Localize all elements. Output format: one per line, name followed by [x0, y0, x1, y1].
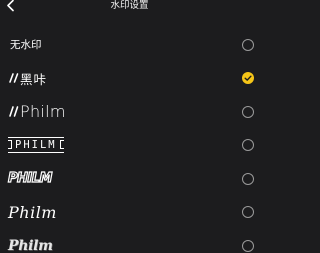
watermark-logo-text: 黑咔: [20, 71, 48, 87]
header: 水印设置: [0, 0, 259, 14]
radio-button-selected[interactable]: [242, 72, 254, 85]
watermark-logo-text: Philm: [20, 102, 66, 122]
radio-button[interactable]: [242, 206, 254, 219]
watermark-option-none[interactable]: 无水印: [0, 28, 259, 62]
watermark-preview: PHILM: [8, 133, 64, 157]
watermark-settings-screen: 水印设置 无水印 黑咔 Philm PHILM PHILM Philm Phil…: [0, 0, 259, 253]
watermark-logo-text: Philm: [8, 202, 57, 222]
quote-mark-icon: [9, 105, 19, 117]
watermark-preview: Philm: [8, 234, 53, 253]
option-label: 无水印: [10, 39, 42, 52]
watermark-option-philm-script[interactable]: Philm: [0, 196, 259, 230]
watermark-preview: 黑咔: [8, 66, 47, 90]
watermark-options-list: 无水印 黑咔 Philm PHILM PHILM Philm Philm: [0, 28, 259, 253]
watermark-option-philm-grunge[interactable]: Philm: [0, 229, 259, 253]
radio-button[interactable]: [242, 105, 254, 118]
radio-button[interactable]: [242, 139, 254, 152]
watermark-preview: PHILM: [7, 167, 53, 191]
radio-button[interactable]: [242, 239, 254, 252]
radio-button[interactable]: [242, 38, 254, 51]
watermark-logo-text: PHILM: [7, 171, 53, 187]
watermark-logo-text: Philm: [8, 237, 53, 253]
watermark-option-philm-boxed[interactable]: PHILM: [0, 129, 259, 163]
quote-mark-icon: [9, 73, 19, 84]
watermark-preview: Philm: [8, 100, 66, 124]
watermark-logo-text: PHILM: [15, 139, 57, 152]
watermark-option-philm-outline[interactable]: PHILM: [0, 162, 259, 196]
radio-button[interactable]: [242, 172, 254, 185]
watermark-option-heika[interactable]: 黑咔: [0, 62, 259, 96]
check-icon: [244, 75, 252, 82]
page-title: 水印设置: [110, 0, 149, 11]
watermark-preview: Philm: [8, 200, 57, 224]
watermark-logo-frame: PHILM: [8, 137, 64, 154]
watermark-option-philm-quote[interactable]: Philm: [0, 95, 259, 129]
watermark-preview: 无水印: [8, 33, 42, 57]
